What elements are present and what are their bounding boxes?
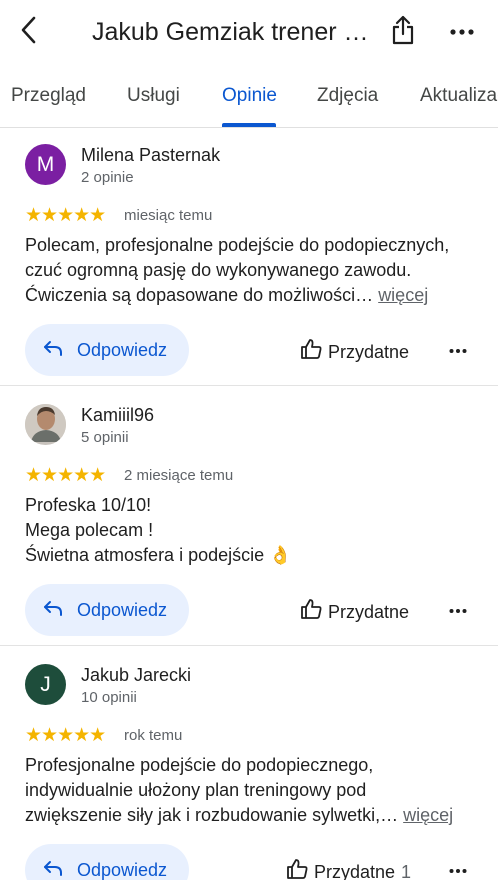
more-horiz-icon [449,601,467,619]
review-text-line: Ćwiczenia są dopasowane do możliwości… w… [25,283,475,308]
reply-icon [43,600,63,621]
avatar[interactable]: J [25,664,66,705]
reply-label: Odpowiedz [77,339,168,360]
review-count: 10 opinii [81,689,137,706]
review-count: 5 opinii [81,429,129,446]
helpful-count: 1 [401,862,412,880]
helpful-label: Przydatne [314,862,396,880]
helpful-button[interactable]: Przydatne 1 [286,858,411,880]
review-author[interactable]: Milena Pasternak [81,144,220,166]
review-count: 2 opinie [81,169,134,186]
tab-bar: Przegląd Usługi Opinie Zdjęcia Aktualiza… [0,68,498,128]
tab-opinie[interactable]: Opinie [222,84,277,108]
avatar[interactable] [25,404,66,445]
reply-button[interactable]: Odpowiedz [25,584,189,636]
review-more-button[interactable] [444,598,472,622]
review-text-line: indywidualnie ułożony plan treningowy po… [25,780,367,800]
avatar-initial: J [40,672,51,696]
review-text[interactable]: Profeska 10/10! Mega polecam ! Świetna a… [25,493,475,568]
tab-uslugi[interactable]: Usługi [127,84,180,108]
avatar[interactable]: M [25,144,66,185]
tab-przeglad[interactable]: Przegląd [11,84,86,108]
star-rating: ★★★★★ [25,205,106,226]
review-date: rok temu [124,727,183,744]
review-date: miesiąc temu [124,207,213,224]
more-horiz-icon [449,341,467,359]
share-icon [391,15,415,50]
helpful-label: Przydatne [328,342,410,362]
review-text-line: zwiększenie siły jak i rozbudowanie sylw… [25,803,475,828]
page-title: Jakub Gemziak trener personalny [92,18,374,46]
review-card: J Jakub Jarecki 10 opinii ★★★★★ rok temu… [0,646,498,880]
reply-button[interactable]: Odpowiedz [25,324,189,376]
review-text-line: Mega polecam ! [25,520,154,540]
review-text-line: czuć ogromną pasję do wykonywanego zawod… [25,260,412,280]
avatar-initial: M [36,152,55,176]
review-text[interactable]: Polecam, profesjonalne podejście do podo… [25,233,475,308]
more-horiz-icon [450,23,474,41]
helpful-label: Przydatne [328,602,410,622]
reply-icon [43,340,63,361]
review-date: 2 miesiące temu [124,467,234,484]
helpful-button[interactable]: Przydatne [300,338,409,366]
review-card: Kamiiil96 5 opinii ★★★★★ 2 miesiące temu… [0,386,498,646]
star-rating: ★★★★★ [25,725,106,746]
reply-label: Odpowiedz [77,599,168,620]
more-link[interactable]: więcej [378,285,428,305]
review-card: M Milena Pasternak 2 opinie ★★★★★ miesią… [0,126,498,386]
review-author[interactable]: Jakub Jarecki [81,664,191,686]
thumbs-up-icon [300,338,322,366]
review-text-fragment: zwiększenie siły jak i rozbudowanie sylw… [25,805,399,825]
reply-icon [43,860,63,880]
star-rating: ★★★★★ [25,465,106,486]
more-horiz-icon [449,861,467,879]
review-text-line: Polecam, profesjonalne podejście do podo… [25,235,450,255]
review-more-button[interactable] [444,858,472,880]
review-author[interactable]: Kamiiil96 [81,404,154,426]
back-arrow-icon [18,15,40,50]
tab-zdjecia[interactable]: Zdjęcia [317,84,378,108]
review-text-fragment: Ćwiczenia są dopasowane do możliwości… [25,285,374,305]
tab-aktualizacje[interactable]: Aktualizacje [420,84,498,108]
review-text[interactable]: Profesjonalne podejście do podopiecznego… [25,753,475,828]
back-button[interactable] [14,14,44,50]
review-text-line: Profesjonalne podejście do podopiecznego… [25,755,374,775]
review-text-line: Profeska 10/10! [25,495,152,515]
review-more-button[interactable] [444,338,472,362]
reply-button[interactable]: Odpowiedz [25,844,189,880]
more-link[interactable]: więcej [403,805,453,825]
top-bar: Jakub Gemziak trener personalny [0,0,498,64]
share-button[interactable] [388,14,418,50]
thumbs-up-icon [300,598,322,626]
more-options-button[interactable] [446,18,478,46]
reply-label: Odpowiedz [77,859,168,880]
profile-photo-icon [25,404,66,445]
helpful-button[interactable]: Przydatne [300,598,409,626]
thumbs-up-icon [286,858,308,880]
review-text-line: Świetna atmosfera i podejście 👌 [25,545,292,565]
